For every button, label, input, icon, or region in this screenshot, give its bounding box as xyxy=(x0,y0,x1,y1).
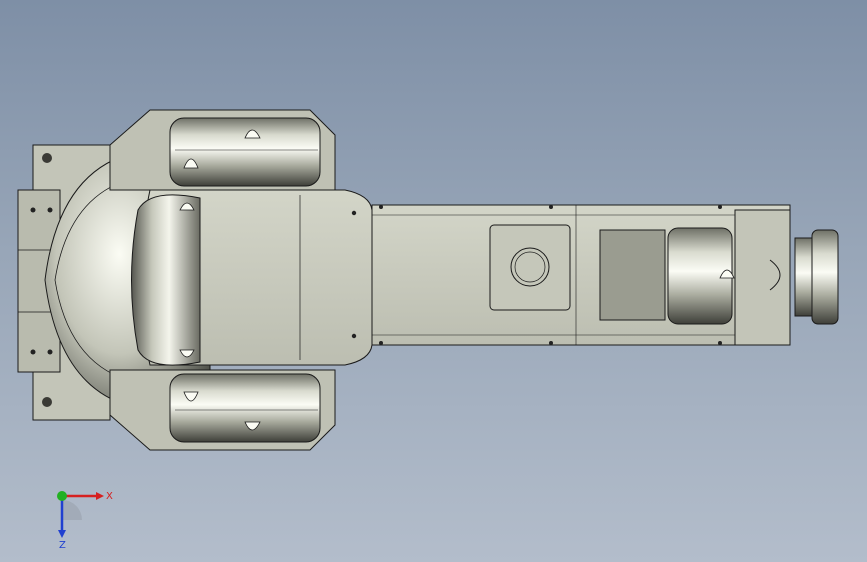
tool-flange xyxy=(794,229,839,325)
x-axis-arrowhead xyxy=(96,492,104,500)
lower-motor-housing xyxy=(109,369,336,451)
graphics-viewport[interactable]: X Z xyxy=(0,0,867,562)
triad-plane-shade xyxy=(62,500,82,520)
y-axis-dot xyxy=(57,491,67,501)
z-axis-label: Z xyxy=(59,540,66,550)
upper-motor-housing xyxy=(109,109,336,191)
shoulder-link xyxy=(131,189,373,366)
x-axis-label: X xyxy=(106,491,113,502)
robot-arm-model[interactable] xyxy=(0,0,867,562)
coordinate-triad: X Z xyxy=(57,491,113,550)
z-axis-arrowhead xyxy=(58,530,66,538)
